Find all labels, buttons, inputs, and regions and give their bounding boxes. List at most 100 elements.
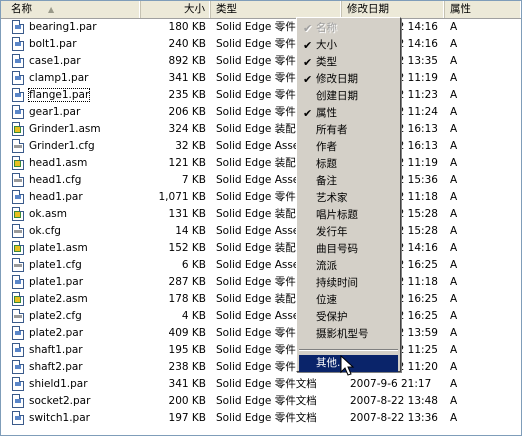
file-modified-date: 2007-8-22 13:48 — [350, 395, 438, 407]
menu-item-column-6[interactable]: 所有者 — [299, 122, 398, 139]
file-name-cell: bearing1.par — [1, 19, 141, 36]
file-row[interactable]: ok.asm131 KBSolid Edge 装配文档2007-8-22 15:… — [1, 206, 521, 223]
file-size: 4 KB — [181, 310, 206, 322]
file-name: plate1.par — [29, 276, 84, 288]
menu-item-label: 名称 — [316, 22, 337, 34]
file-size: 121 KB — [168, 157, 206, 169]
file-attributes: A — [450, 157, 458, 169]
menu-item-column-13[interactable]: 曲目号码 — [299, 241, 398, 258]
asm-file-icon — [12, 207, 24, 221]
file-row[interactable]: case1.par892 KBSolid Edge 零件文档2007-8-22 … — [1, 53, 521, 70]
checkmark-icon: ✔ — [303, 73, 313, 86]
menu-item-column-1[interactable]: ✔ 大小 — [299, 37, 398, 54]
menu-item-label: 所有者 — [316, 124, 348, 136]
file-row[interactable]: bearing1.par180 KBSolid Edge 零件文档2007-8-… — [1, 19, 521, 36]
menu-item-column-12[interactable]: 发行年 — [299, 224, 398, 241]
file-row[interactable]: socket2.par 200 KB Solid Edge 零件文档 2007-8-2… — [1, 393, 521, 410]
par-file-icon — [12, 411, 24, 425]
menu-item-column-10[interactable]: 艺术家 — [299, 190, 398, 207]
file-row[interactable]: plate1.par287 KBSolid Edge 零件文档2007-8-22… — [1, 274, 521, 291]
file-row[interactable]: plate2.par409 KBSolid Edge 零件文档2007-8-22… — [1, 325, 521, 342]
file-row[interactable]: clamp1.par341 KBSolid Edge 零件文档2007-8-22… — [1, 70, 521, 87]
column-header-date[interactable]: 修改日期 — [342, 1, 445, 18]
column-chooser-context-menu: ✔ 名称 ✔ 大小 ✔ 类型 ✔ 修改日期 创建日期 ✔ 属性 所有者 作者 标题 备注 艺术家 唱片标题 发行年… — [296, 17, 401, 372]
file-row[interactable]: head1.par1,071 KBSolid Edge 零件文档2007-8-2… — [1, 189, 521, 206]
file-attributes: A — [450, 259, 458, 271]
file-name: ok.cfg — [29, 225, 61, 237]
file-name: plate1.cfg — [29, 259, 82, 271]
file-size: 180 KB — [168, 21, 206, 33]
menu-item-column-18[interactable]: 摄影机型号 — [299, 326, 398, 343]
menu-item-column-9[interactable]: 备注 — [299, 173, 398, 190]
file-name-cell: ok.cfg — [1, 223, 141, 240]
file-row[interactable]: plate1.asm152 KBSolid Edge 装配文档2007-8-22… — [1, 240, 521, 257]
menu-item-label: 位速 — [316, 294, 337, 306]
par-file-icon — [12, 20, 24, 34]
menu-item-label: 发行年 — [316, 226, 348, 238]
file-name: plate2.asm — [29, 293, 88, 305]
menu-item-label: 艺术家 — [316, 192, 348, 204]
file-name: bearing1.par — [29, 21, 97, 33]
file-row[interactable]: head1.cfg7 KBSolid Edge Assembly2007-8-2… — [1, 172, 521, 189]
file-row[interactable]: flange1.par235 KBSolid Edge 零件文档2007-8-2… — [1, 87, 521, 104]
menu-item-column-5[interactable]: ✔ 属性 — [299, 105, 398, 122]
column-header-size[interactable]: 大小 — [141, 1, 211, 18]
par-file-icon — [12, 326, 24, 340]
file-attributes: A — [450, 276, 458, 288]
file-name-cell: head1.par — [1, 189, 141, 206]
menu-item-column-3[interactable]: ✔ 修改日期 — [299, 71, 398, 88]
menu-item-label: 备注 — [316, 175, 337, 187]
menu-item-label: 流派 — [316, 260, 337, 272]
par-file-icon — [12, 394, 24, 408]
file-row[interactable]: ok.cfg14 KBSolid Edge Assembly2007-8-22 … — [1, 223, 521, 240]
file-row[interactable]: head1.asm121 KBSolid Edge 装配文档2007-8-22 … — [1, 155, 521, 172]
file-name-cell: shaft2.par — [1, 359, 141, 376]
menu-item-column-17[interactable]: 受保护 — [299, 309, 398, 326]
file-row[interactable]: Grinder1.asm324 KBSolid Edge 装配文档2007-8-… — [1, 121, 521, 138]
file-size: 6 KB — [181, 259, 206, 271]
file-name-cell: plate2.par — [1, 325, 141, 342]
cfg-file-icon — [12, 258, 24, 272]
menu-item-column-16[interactable]: 位速 — [299, 292, 398, 309]
menu-item-column-14[interactable]: 流派 — [299, 258, 398, 275]
file-name: head1.asm — [29, 157, 88, 169]
checkmark-icon: ✔ — [303, 22, 313, 35]
menu-item-column-0: ✔ 名称 — [299, 20, 398, 37]
file-row[interactable]: Grinder1.cfg32 KBSolid Edge Assembly2007… — [1, 138, 521, 155]
menu-item-column-11[interactable]: 唱片标题 — [299, 207, 398, 224]
file-row[interactable]: shaft1.par195 KBSolid Edge 零件文档2007-8-22… — [1, 342, 521, 359]
file-name-cell: switch1.par — [1, 410, 141, 427]
menu-item-column-4[interactable]: 创建日期 — [299, 88, 398, 105]
file-row[interactable]: shield1.par 341 KB Solid Edge 零件文档 2007-9-6… — [1, 376, 521, 393]
file-size: 197 KB — [168, 412, 206, 424]
file-size: 7 KB — [181, 174, 206, 186]
column-header-attributes[interactable]: 属性 — [445, 1, 521, 18]
file-attributes: A — [450, 21, 458, 33]
column-header-type[interactable]: 类型 — [211, 1, 342, 18]
file-attributes: A — [450, 344, 458, 356]
file-row[interactable]: switch1.par 197 KB Solid Edge 零件文档 2007-8-2… — [1, 410, 521, 427]
file-name: plate2.cfg — [29, 310, 82, 322]
cfg-file-icon — [12, 309, 24, 323]
file-row[interactable]: plate2.cfg4 KBSolid Edge Assembly2007-8-… — [1, 308, 521, 325]
menu-item-column-8[interactable]: 标题 — [299, 156, 398, 173]
menu-item-column-15[interactable]: 持续时间 — [299, 275, 398, 292]
file-name: gear1.par — [29, 106, 81, 118]
menu-item-label: 属性 — [316, 107, 337, 119]
file-name: head1.par — [29, 191, 83, 203]
file-modified-date: 2007-9-6 21:17 — [350, 378, 432, 390]
file-row[interactable]: plate1.cfg6 KBSolid Edge Assembly2007-8-… — [1, 257, 521, 274]
file-row[interactable]: bolt1.par240 KBSolid Edge 零件文档2007-8-22 … — [1, 36, 521, 53]
file-name-cell: flange1.par — [1, 87, 141, 104]
file-row[interactable]: plate2.asm178 KBSolid Edge 装配文档2007-8-22… — [1, 291, 521, 308]
menu-item-column-2[interactable]: ✔ 类型 — [299, 54, 398, 71]
menu-item-label: 受保护 — [316, 311, 348, 323]
file-name-cell: plate1.par — [1, 274, 141, 291]
file-name-cell: plate1.asm — [1, 240, 141, 257]
file-name: Grinder1.cfg — [29, 140, 95, 152]
file-row[interactable]: gear1.par206 KBSolid Edge 零件文档2007-8-22 … — [1, 104, 521, 121]
column-header-name[interactable]: 名称 ▲ — [1, 1, 141, 18]
file-row[interactable]: shaft2.par238 KBSolid Edge 零件文档2007-8-22… — [1, 359, 521, 376]
menu-item-column-7[interactable]: 作者 — [299, 139, 398, 156]
file-name-cell: Grinder1.asm — [1, 121, 141, 138]
